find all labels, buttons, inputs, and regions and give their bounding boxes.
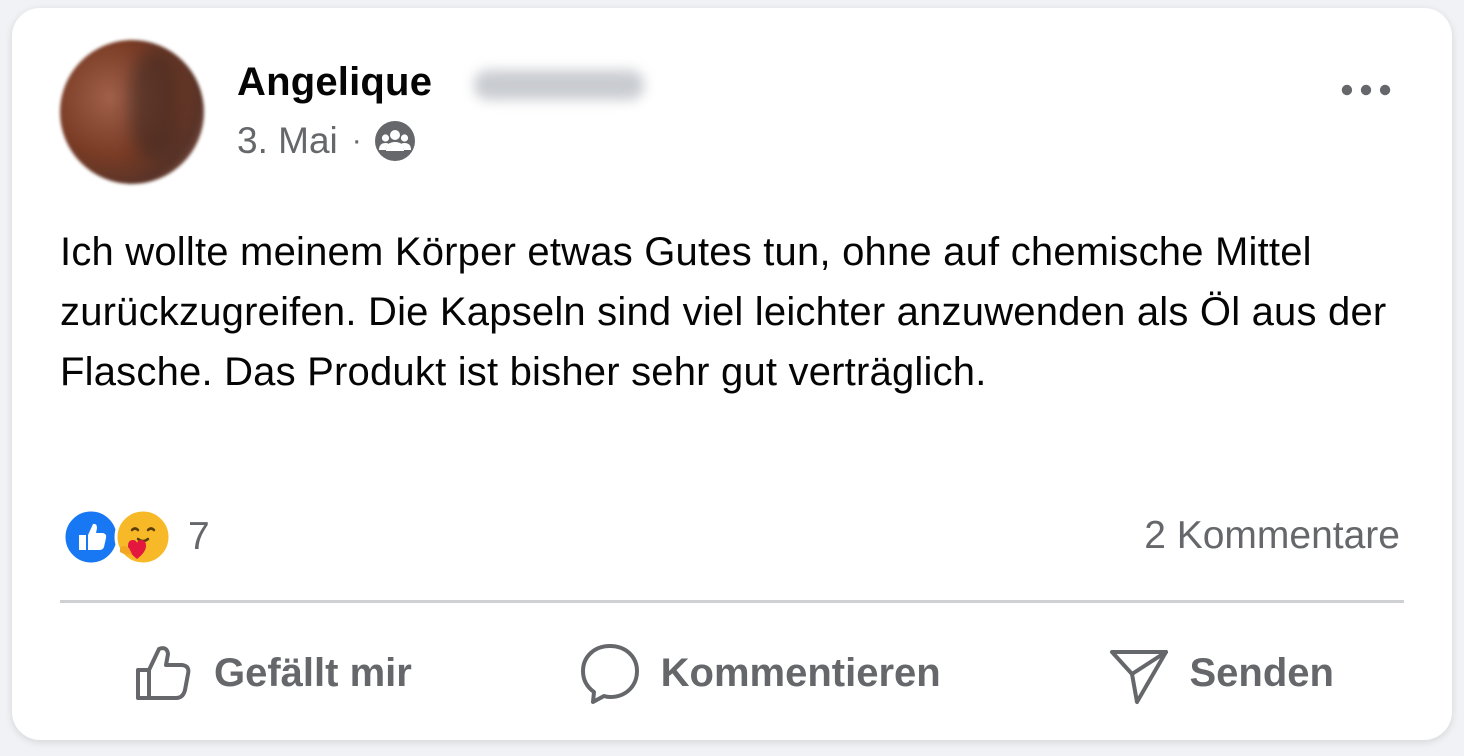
reaction-count: 7 [188,515,210,558]
care-reaction-icon [114,508,172,566]
reactions-summary[interactable]: 7 [62,508,210,566]
post-date[interactable]: 3. Mai [237,120,338,162]
like-reaction-icon [62,508,120,566]
author-avatar[interactable] [60,40,204,184]
send-label: Senden [1189,650,1334,695]
more-options-button[interactable] [1336,70,1396,110]
post-text: Ich wollte meinem Körper etwas Gutes tun… [60,230,1387,394]
thumbs-up-icon [136,646,191,700]
actions-divider [60,600,1404,603]
group-icon[interactable] [374,120,416,162]
like-label: Gefällt mir [214,650,412,695]
comment-label: Kommentieren [660,650,941,695]
comments-count-link[interactable]: 2 Kommentare [1144,514,1400,558]
more-horizontal-icon [1341,84,1391,96]
post-card: Angelique 3. Mai · Ich wollte meinem Kör… [12,8,1452,740]
send-button[interactable]: Senden [1106,640,1334,706]
send-arrow-icon [1109,650,1168,704]
like-button[interactable]: Gefällt mir [130,640,412,706]
action-bar: Gefällt mir Kommentieren Senden [60,628,1404,718]
author-name[interactable]: Angelique [237,60,432,105]
comment-button[interactable]: Kommentieren [577,640,941,706]
comment-bubble-icon [580,644,639,704]
meta-separator: · [351,124,362,157]
post-meta: 3. Mai · [237,120,416,162]
author-lastname-redacted [474,70,644,100]
